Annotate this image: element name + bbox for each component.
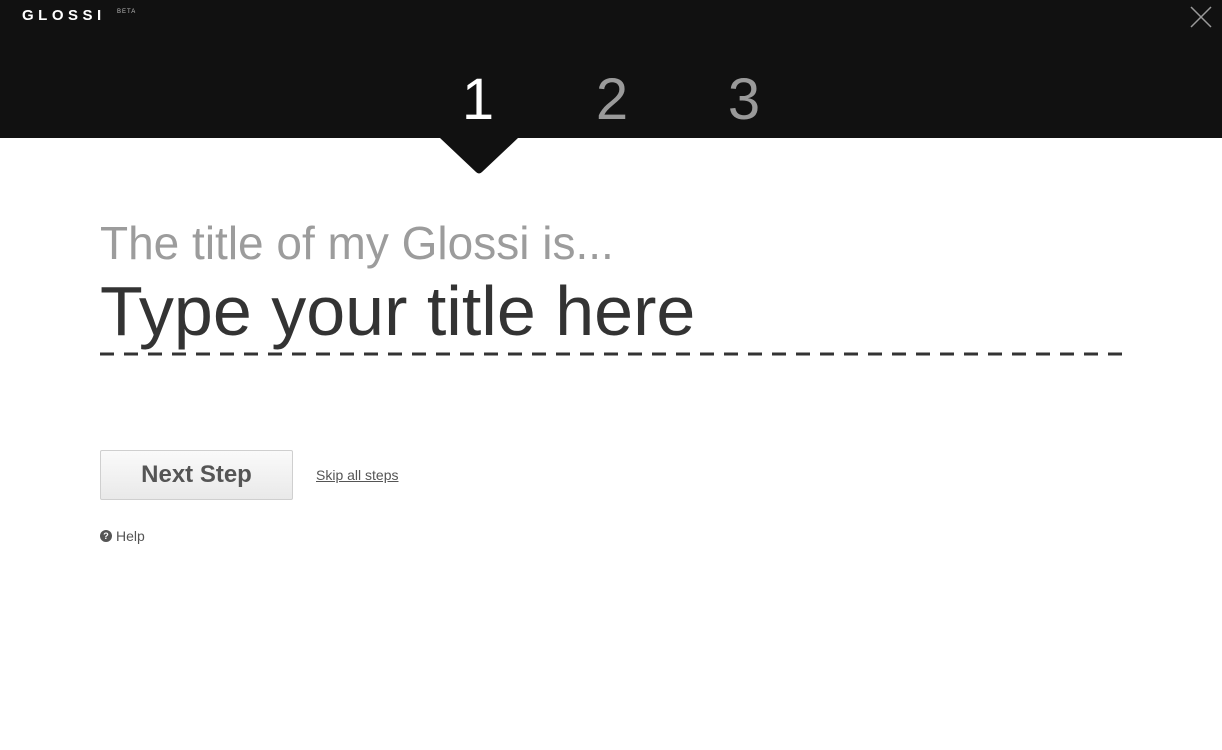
question-circle-icon: ? — [100, 530, 112, 542]
close-button[interactable] — [1188, 4, 1214, 30]
step-2[interactable]: 2 — [582, 70, 642, 130]
step-indicator: 1 2 3 — [0, 70, 1222, 134]
skip-all-steps-link[interactable]: Skip all steps — [316, 466, 398, 484]
help-link[interactable]: ? Help — [100, 528, 145, 544]
title-input[interactable] — [100, 272, 1124, 350]
step-3[interactable]: 3 — [714, 70, 774, 130]
close-icon — [1190, 6, 1212, 28]
title-prompt: The title of my Glossi is... — [100, 217, 614, 269]
glossi-setup-wizard: GLOSSI BETA 1 2 3 The title of my Glossi… — [0, 0, 1222, 750]
title-underline — [100, 352, 1124, 356]
beta-badge: BETA — [117, 9, 137, 15]
step-1[interactable]: 1 — [448, 70, 508, 130]
brand-logo: GLOSSI — [22, 7, 106, 24]
header-bar: GLOSSI BETA 1 2 3 — [0, 0, 1222, 138]
active-step-pointer — [440, 138, 518, 176]
help-label: Help — [116, 528, 145, 544]
next-step-button[interactable]: Next Step — [100, 450, 293, 500]
